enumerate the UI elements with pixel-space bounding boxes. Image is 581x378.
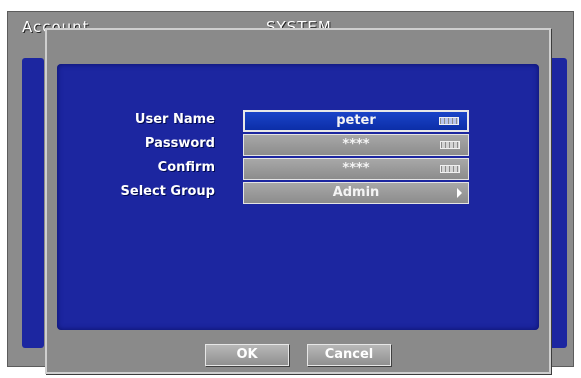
select-group-row: Select Group Admin [57,182,539,204]
select-group-dropdown[interactable]: Admin [243,182,469,204]
user-name-label: User Name [134,112,215,127]
keyboard-icon[interactable] [439,117,459,125]
select-group-label: Select Group [120,184,215,199]
add-account-dialog: User Name peter Password **** Confirm **… [45,28,551,374]
password-input[interactable]: **** [243,134,469,156]
background-panel-left [22,58,44,348]
cancel-button[interactable]: Cancel [307,344,391,366]
keyboard-icon[interactable] [440,165,460,173]
confirm-input[interactable]: **** [243,158,469,180]
confirm-row: Confirm **** [57,158,539,180]
ok-button[interactable]: OK [205,344,289,366]
confirm-label: Confirm [157,160,215,175]
arrow-right-icon[interactable] [457,188,462,198]
user-name-row: User Name peter [57,110,539,132]
user-name-value: peter [336,113,376,128]
password-row: Password **** [57,134,539,156]
confirm-value: **** [342,161,370,176]
form-panel: User Name peter Password **** Confirm **… [57,64,539,330]
password-label: Password [144,136,215,151]
select-group-value: Admin [332,185,380,200]
keyboard-icon[interactable] [440,141,460,149]
user-name-input[interactable]: peter [243,110,469,132]
password-value: **** [342,137,370,152]
